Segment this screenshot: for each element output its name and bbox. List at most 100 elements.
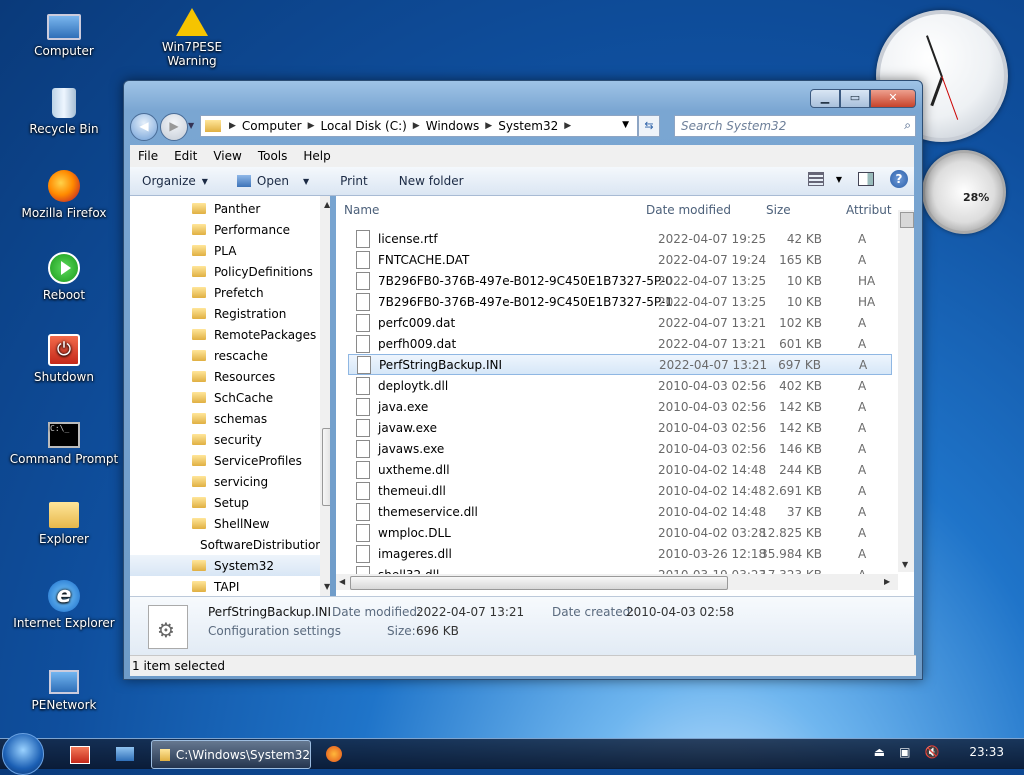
network-tray-icon[interactable]: ▣ <box>899 745 910 759</box>
tree-item[interactable]: RemotePackages <box>130 324 320 345</box>
tree-item[interactable]: TAPI <box>130 576 320 596</box>
file-row[interactable]: perfh009.dat 2022-04-07 13:21 601 KB A <box>348 333 892 354</box>
file-row[interactable]: perfc009.dat 2022-04-07 13:21 102 KB A <box>348 312 892 333</box>
usb-icon[interactable]: ⏏ <box>874 745 885 759</box>
desktop-icon-explorer[interactable]: Explorer <box>9 498 119 546</box>
tree-item[interactable]: schemas <box>130 408 320 429</box>
cpu-meter-gadget[interactable]: 28% <box>922 150 1006 234</box>
tree-item[interactable]: ServiceProfiles <box>130 450 320 471</box>
file-row[interactable]: wmploc.DLL 2010-04-02 03:28 12.825 KB A <box>348 522 892 543</box>
tree-item[interactable]: Registration <box>130 303 320 324</box>
print-button[interactable]: Print <box>320 174 379 188</box>
menu-tools[interactable]: Tools <box>250 149 296 163</box>
desktop-icon-cmd[interactable]: C:\_ Command Prompt <box>9 416 119 466</box>
desktop-icon-reboot[interactable]: Reboot <box>9 252 119 302</box>
back-button[interactable]: ◀ <box>130 113 158 141</box>
vscrollbar-thumb[interactable] <box>900 212 914 228</box>
address-bar[interactable]: ▶ Computer ▶ Local Disk (C:) ▶ Windows ▶… <box>200 115 638 137</box>
file-row[interactable]: PerfStringBackup.INI 2022-04-07 13:21 697 … <box>348 354 892 375</box>
file-list[interactable]: Name Date modified Size Attribut license… <box>336 196 914 596</box>
search-icon[interactable]: ⌕ <box>904 118 911 133</box>
start-button[interactable] <box>2 733 44 775</box>
maximize-button[interactable]: ▭ <box>840 89 870 108</box>
clock-time[interactable]: 23:33 <box>969 745 1004 759</box>
desktop-icon-warning[interactable]: Win7PESE Warning <box>137 8 247 68</box>
tree-item[interactable]: Performance <box>130 219 320 240</box>
tree-item[interactable]: System32 <box>130 555 320 576</box>
column-attributes[interactable]: Attribut <box>846 203 892 217</box>
refresh-button[interactable]: ⇆ <box>638 115 660 137</box>
tree-scrollbar-thumb[interactable] <box>322 428 330 506</box>
pinned-app-icon[interactable] <box>70 746 90 764</box>
breadcrumb-computer[interactable]: Computer <box>238 119 306 133</box>
tree-item[interactable]: PLA <box>130 240 320 261</box>
explorer-window[interactable]: ▁ ▭ ✕ ◀ ▶ ▼ ▶ Computer ▶ Local Disk (C:)… <box>123 80 923 680</box>
help-icon[interactable]: ? <box>890 170 908 188</box>
desktop-icon-firefox[interactable]: Mozilla Firefox <box>9 170 119 220</box>
scroll-down-icon[interactable]: ▼ <box>902 560 908 569</box>
taskbar-explorer-button[interactable]: C:\Windows\System32 <box>151 740 311 769</box>
scroll-down-icon[interactable]: ▼ <box>324 582 330 591</box>
volume-muted-icon[interactable]: 🔇 <box>924 745 939 759</box>
file-row[interactable]: themeui.dll 2010-04-02 14:48 2.691 KB A <box>348 480 892 501</box>
tree-item[interactable]: Panther <box>130 198 320 219</box>
tree-item[interactable]: SchCache <box>130 387 320 408</box>
pinned-firefox-icon[interactable] <box>326 746 342 762</box>
menu-view[interactable]: View <box>205 149 249 163</box>
tree-item[interactable]: Setup <box>130 492 320 513</box>
file-row[interactable]: 7B296FB0-376B-497e-B012-9C450E1B7327-5P-… <box>348 270 892 291</box>
scroll-right-icon[interactable]: ▶ <box>884 577 890 586</box>
chevron-down-icon[interactable]: ▼ <box>836 175 842 184</box>
search-input[interactable]: Search System32 ⌕ <box>674 115 916 137</box>
tree-item[interactable]: PolicyDefinitions <box>130 261 320 282</box>
menu-help[interactable]: Help <box>295 149 338 163</box>
tree-item[interactable]: security <box>130 429 320 450</box>
desktop-icon-recycle-bin[interactable]: Recycle Bin <box>9 88 119 136</box>
close-button[interactable]: ✕ <box>870 89 916 108</box>
file-row[interactable]: deploytk.dll 2010-04-03 02:56 402 KB A <box>348 375 892 396</box>
file-row[interactable]: javaws.exe 2010-04-03 02:56 146 KB A <box>348 438 892 459</box>
preview-pane-icon[interactable] <box>858 172 874 186</box>
desktop-icon-ie[interactable]: e Internet Explorer <box>9 580 119 630</box>
file-row[interactable]: imageres.dll 2010-03-26 12:18 35.984 KB A <box>348 543 892 564</box>
tree-item[interactable]: Prefetch <box>130 282 320 303</box>
open-button[interactable]: Open ▼ <box>219 174 320 188</box>
file-row[interactable]: themeservice.dll 2010-04-02 14:48 37 KB A <box>348 501 892 522</box>
file-row[interactable]: javaw.exe 2010-04-03 02:56 142 KB A <box>348 417 892 438</box>
menu-file[interactable]: File <box>130 149 166 163</box>
recent-pages-dropdown[interactable]: ▼ <box>188 121 194 130</box>
tree-scrollbar[interactable]: ▲ ▼ <box>320 196 330 596</box>
menu-edit[interactable]: Edit <box>166 149 205 163</box>
views-icon[interactable] <box>807 172 824 186</box>
desktop-icon-computer[interactable]: Computer <box>9 8 119 58</box>
breadcrumb-windows[interactable]: Windows <box>422 119 484 133</box>
tree-item[interactable]: SoftwareDistribution <box>130 534 323 555</box>
desktop-icon-network[interactable]: PENetwork <box>9 662 119 712</box>
breadcrumb-system32[interactable]: System32 <box>494 119 562 133</box>
pinned-network-icon[interactable] <box>116 747 134 761</box>
file-row[interactable]: FNTCACHE.DAT 2022-04-07 19:24 165 KB A <box>348 249 892 270</box>
scroll-up-icon[interactable]: ▲ <box>324 200 330 209</box>
tree-item[interactable]: rescache <box>130 345 320 366</box>
column-size[interactable]: Size <box>766 203 791 217</box>
tree-item[interactable]: servicing <box>130 471 320 492</box>
desktop-icon-shutdown[interactable]: ⏻ Shutdown <box>9 334 119 384</box>
scroll-left-icon[interactable]: ◀ <box>339 577 345 586</box>
file-row[interactable]: uxtheme.dll 2010-04-02 14:48 244 KB A <box>348 459 892 480</box>
file-list-hscrollbar[interactable]: ◀ ▶ <box>336 574 898 590</box>
address-dropdown-icon[interactable]: ▼ <box>622 120 629 130</box>
forward-button[interactable]: ▶ <box>160 113 188 141</box>
organize-button[interactable]: Organize ▼ <box>130 174 219 188</box>
new-folder-button[interactable]: New folder <box>379 174 475 188</box>
file-row[interactable]: 7B296FB0-376B-497e-B012-9C450E1B7327-5P-… <box>348 291 892 312</box>
file-row[interactable]: license.rtf 2022-04-07 19:25 42 KB A <box>348 228 892 249</box>
file-row[interactable]: java.exe 2010-04-03 02:56 142 KB A <box>348 396 892 417</box>
file-list-vscrollbar[interactable]: ▼ <box>898 210 914 572</box>
navigation-pane[interactable]: Panther Performance PLA PolicyDefinitions Pr… <box>130 196 330 596</box>
hscrollbar-thumb[interactable] <box>350 576 728 590</box>
minimize-button[interactable]: ▁ <box>810 89 840 108</box>
column-name[interactable]: Name <box>344 203 379 217</box>
tree-item[interactable]: ShellNew <box>130 513 320 534</box>
breadcrumb-local-disk[interactable]: Local Disk (C:) <box>317 119 411 133</box>
column-date-modified[interactable]: Date modified <box>646 203 731 217</box>
